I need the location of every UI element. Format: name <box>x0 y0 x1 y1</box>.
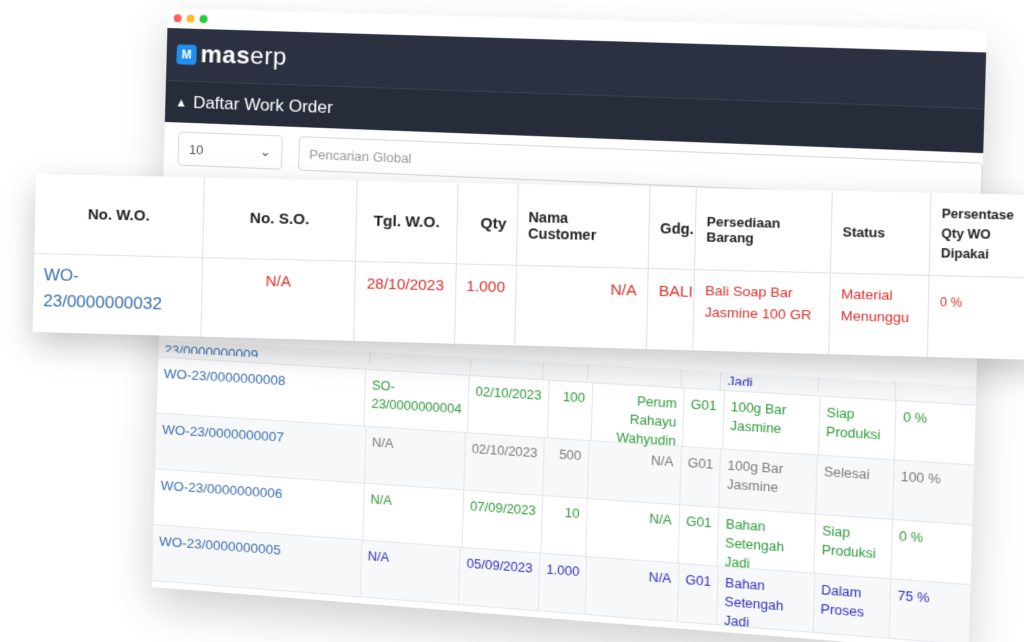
wo-date: 02/10/2023 <box>464 433 545 495</box>
warehouse: G01 <box>678 505 719 565</box>
item-name: 100g Bar Jasmine <box>720 449 818 513</box>
status-badge: Siap Produksi <box>814 515 892 579</box>
so-number: N/A <box>365 427 466 490</box>
percent-used: 100 % <box>893 460 974 524</box>
percent-used: 75 % <box>890 579 971 642</box>
warehouse: BALI <box>647 269 695 350</box>
so-number: N/A <box>201 258 355 341</box>
maximize-window-dot[interactable] <box>199 15 207 23</box>
status-badge: Dalam Proses <box>813 574 891 638</box>
page-size-value: 10 <box>189 141 204 157</box>
page-size-select[interactable]: 10 ⌄ <box>178 131 283 169</box>
percent-used: 0 % <box>928 276 1024 360</box>
item-name: 100g Bar Jasmine <box>723 391 820 455</box>
column-header-qty[interactable]: Qty <box>457 183 519 265</box>
so-number: N/A <box>360 540 461 604</box>
user-group-icon: ▲ <box>175 95 187 109</box>
wo-date: 05/09/2023 <box>459 548 540 611</box>
work-order-rows: 23/0000000009 Jadi WO-23/0000000008 SO-23… <box>152 340 976 642</box>
qty: 1.000 <box>455 264 517 345</box>
qty-cell <box>544 362 589 382</box>
column-header-percent[interactable]: Persentase Qty WO Dipakai <box>930 193 1024 278</box>
customer-name: N/A <box>588 441 682 504</box>
brand-name[interactable]: maserp <box>200 41 287 72</box>
gdg-cell <box>681 370 721 390</box>
qty: 1.000 <box>539 554 588 614</box>
warehouse: G01 <box>680 447 721 507</box>
warehouse: G01 <box>683 389 725 449</box>
percent-used: 0 % <box>895 401 976 464</box>
column-header-so[interactable]: No. S.O. <box>203 178 357 261</box>
customer-name: N/A <box>515 266 648 349</box>
column-header-customer[interactable]: Nama Customer <box>517 184 650 268</box>
column-header-item[interactable]: Persediaan Barang <box>695 188 833 273</box>
wo-number[interactable]: WO-23/0000000032 <box>33 254 203 337</box>
column-header-date[interactable]: Tgl. W.O. <box>356 181 459 264</box>
highlighted-row-zoom: No. W.O. No. S.O. Tgl. W.O. Qty Nama Cus… <box>33 174 1024 360</box>
column-header-gdg[interactable]: Gdg. <box>649 187 697 269</box>
qty: 10 <box>542 496 588 556</box>
column-header-status[interactable]: Status <box>831 191 931 275</box>
close-window-dot[interactable] <box>174 14 182 22</box>
qty: 100 <box>548 381 593 441</box>
status-badge: Material Menunggu <box>829 273 929 356</box>
status-badge: Siap Produksi <box>819 397 897 460</box>
item-cell: Jadi <box>721 366 819 391</box>
customer-name: N/A <box>586 557 680 621</box>
search-placeholder: Pencarian Global <box>309 146 412 165</box>
warehouse: G01 <box>678 564 719 624</box>
item-name: Bahan Setengah Jadi <box>718 508 816 573</box>
minimize-window-dot[interactable] <box>186 15 194 23</box>
wo-date: 28/10/2023 <box>354 262 457 344</box>
customer-name: Perum Rahayu Wahyudin <box>591 383 684 446</box>
wo-date: 02/10/2023 <box>468 376 549 437</box>
percent-used: 0 % <box>891 520 972 584</box>
customer-name: N/A <box>586 499 680 563</box>
qty: 500 <box>544 438 590 498</box>
item-name: Bahan Setengah Jadi <box>717 567 815 632</box>
chevron-down-icon: ⌄ <box>260 144 271 161</box>
column-header-wo[interactable]: No. W.O. <box>34 174 204 257</box>
item-name: Bali Soap Bar Jasmine 100 GR <box>693 270 831 354</box>
status-badge: Selesai <box>816 456 894 519</box>
page-title: Daftar Work Order <box>193 92 333 117</box>
logo-icon: M <box>176 44 196 65</box>
so-number: SO-23/0000000004 <box>365 370 470 432</box>
wo-date: 07/09/2023 <box>463 491 544 553</box>
so-number: N/A <box>363 484 464 547</box>
